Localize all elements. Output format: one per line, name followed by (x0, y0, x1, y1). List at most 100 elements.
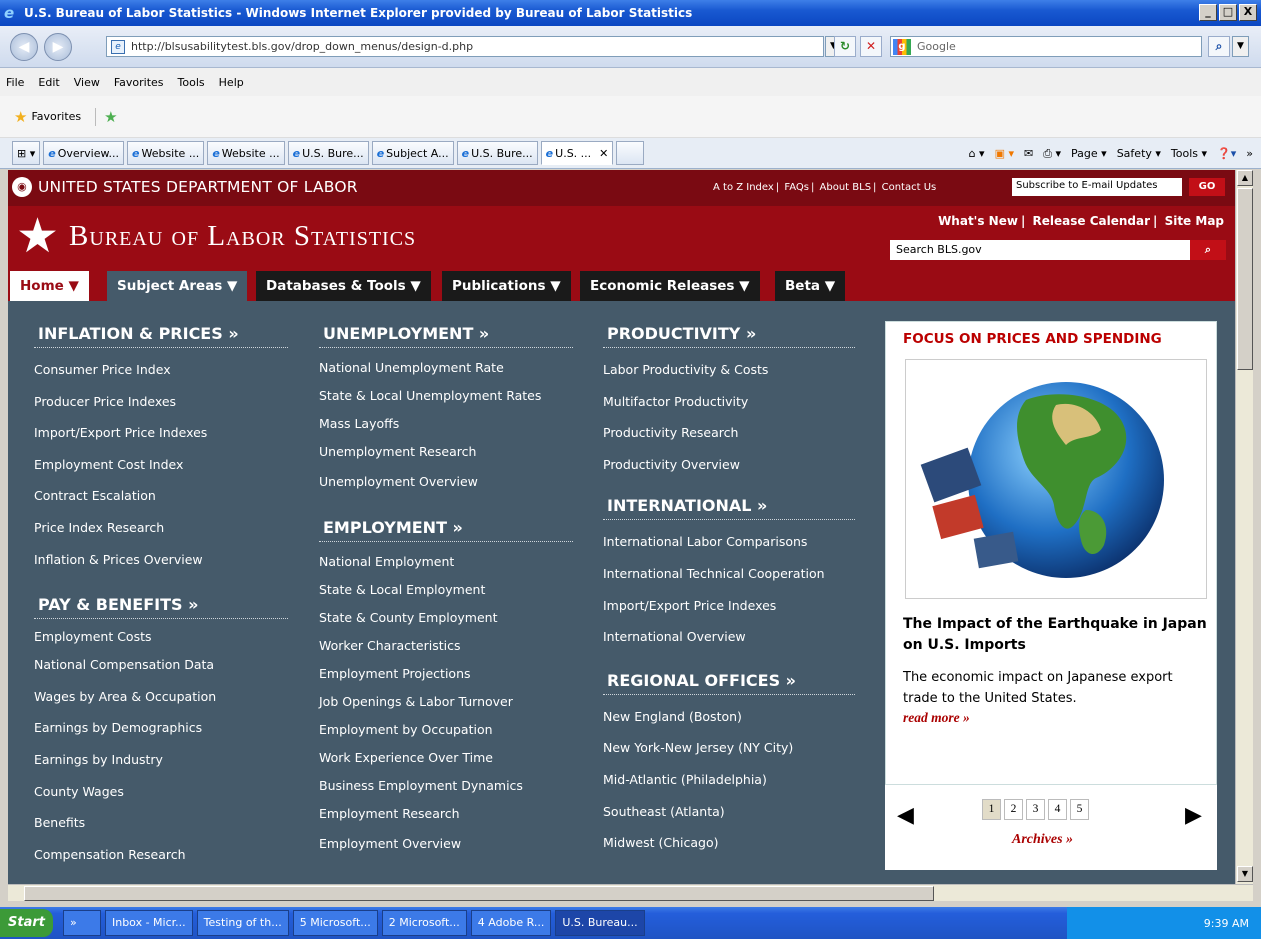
dol-title[interactable]: ◉ UNITED STATES DEPARTMENT OF LABOR (12, 177, 358, 197)
link-site-map[interactable]: Site Map (1165, 214, 1224, 228)
safety-menu[interactable]: Safety ▾ (1117, 147, 1161, 160)
globe-image[interactable] (905, 359, 1207, 599)
list-item[interactable]: Job Openings & Labor Turnover (319, 688, 573, 716)
list-item[interactable]: Southeast (Atlanta) (603, 796, 855, 828)
tools-menu[interactable]: Tools ▾ (1171, 147, 1207, 160)
nav-economic-releases[interactable]: Economic Releases ▼ (580, 271, 760, 301)
refresh-button[interactable]: ↻ (834, 36, 856, 57)
list-item[interactable]: Earnings by Industry (34, 744, 288, 776)
link-whats-new[interactable]: What's New (938, 214, 1018, 228)
close-button[interactable]: X (1239, 4, 1257, 21)
home-icon[interactable]: ⌂ ▾ (969, 147, 985, 160)
list-item[interactable]: Productivity Research (603, 417, 855, 449)
clock[interactable]: 9:39 AM (1204, 917, 1249, 930)
section-productivity[interactable]: PRODUCTIVITY » (603, 324, 855, 348)
list-item[interactable]: Labor Productivity & Costs (603, 354, 855, 386)
list-item[interactable]: Unemployment Research (319, 438, 573, 466)
close-tab-icon[interactable]: ✕ (599, 147, 608, 160)
list-item[interactable]: New York-New Jersey (NY City) (603, 732, 855, 764)
section-unemployment[interactable]: UNEMPLOYMENT » (319, 324, 573, 348)
list-item[interactable]: Employment Overview (319, 828, 573, 860)
back-button[interactable]: ◀ (10, 33, 38, 61)
task-inbox[interactable]: Inbox - Micr... (104, 910, 193, 936)
maximize-button[interactable]: □ (1219, 4, 1237, 21)
list-item[interactable]: Mid-Atlantic (Philadelphia) (603, 764, 855, 796)
list-item[interactable]: Employment by Occupation (319, 716, 573, 744)
next-arrow-icon[interactable]: ▶ (1185, 803, 1202, 828)
bls-search-input[interactable]: Search BLS.gov (890, 240, 1190, 260)
tab-2[interactable]: e Website ... (127, 141, 205, 165)
section-pay-benefits[interactable]: PAY & BENEFITS » (34, 595, 288, 620)
add-favorite-icon[interactable]: ★ (95, 107, 118, 126)
nav-home[interactable]: Home ▼ (10, 271, 89, 301)
list-item[interactable]: Price Index Research (34, 512, 288, 544)
list-item[interactable]: Business Employment Dynamics (319, 772, 573, 800)
list-item[interactable]: County Wages (34, 776, 288, 808)
scroll-thumb[interactable] (1237, 188, 1253, 370)
print-icon[interactable]: ⎙ ▾ (1043, 147, 1061, 161)
read-more-link[interactable]: read more » (903, 710, 970, 726)
list-item[interactable]: State & Local Employment (319, 576, 573, 604)
list-item[interactable]: Employment Cost Index (34, 449, 288, 481)
start-button[interactable]: Start (0, 909, 53, 937)
nav-subject-areas[interactable]: Subject Areas ▼ (107, 271, 248, 301)
list-item[interactable]: Import/Export Price Indexes (34, 417, 288, 449)
menu-help[interactable]: Help (219, 76, 244, 89)
list-item[interactable]: Wages by Area & Occupation (34, 681, 288, 713)
page-1-button[interactable]: 1 (982, 799, 1001, 820)
search-button[interactable]: ⌕ (1208, 36, 1230, 57)
favorites-button[interactable]: Favorites (31, 110, 81, 123)
list-item[interactable]: National Unemployment Rate (319, 354, 573, 382)
list-item[interactable]: Employment Research (319, 800, 573, 828)
h-scroll-thumb[interactable] (24, 886, 934, 901)
page-4-button[interactable]: 4 (1048, 799, 1067, 820)
list-item[interactable]: Compensation Research (34, 839, 288, 871)
list-item[interactable]: International Labor Comparisons (603, 526, 855, 558)
list-item[interactable]: National Employment (319, 548, 573, 576)
tab-5[interactable]: e Subject A... (371, 141, 454, 165)
list-item[interactable]: Midwest (Chicago) (603, 827, 855, 859)
task-microsoft-5[interactable]: 5 Microsoft... (292, 910, 378, 936)
quick-tabs-button[interactable]: ⊞ ▾ (12, 141, 41, 165)
section-inflation-prices[interactable]: INFLATION & PRICES » (34, 324, 288, 348)
menu-file[interactable]: File (6, 76, 24, 89)
list-item[interactable]: Worker Characteristics (319, 632, 573, 660)
page-5-button[interactable]: 5 (1070, 799, 1089, 820)
list-item[interactable]: Inflation & Prices Overview (34, 544, 288, 576)
tab-6[interactable]: e U.S. Bure... (456, 141, 538, 165)
list-item[interactable]: Import/Export Price Indexes (603, 590, 855, 622)
scroll-up-icon[interactable]: ▲ (1237, 170, 1253, 186)
archives-link[interactable]: Archives » (1012, 832, 1073, 848)
quick-launch[interactable]: » (62, 910, 101, 936)
horizontal-scrollbar[interactable] (8, 884, 1253, 901)
vertical-scrollbar[interactable]: ▲ ▼ (1235, 170, 1253, 884)
list-item[interactable]: Employment Costs (34, 625, 288, 649)
list-item[interactable]: New England (Boston) (603, 701, 855, 733)
list-item[interactable]: State & County Employment (319, 604, 573, 632)
mail-icon[interactable]: ✉ (1024, 147, 1033, 160)
chevron-more-icon[interactable]: » (1246, 147, 1253, 160)
search-options-button[interactable]: ▼ (1232, 36, 1249, 57)
section-international[interactable]: INTERNATIONAL » (603, 496, 855, 521)
forward-button[interactable]: ▶ (44, 33, 72, 61)
list-item[interactable]: National Compensation Data (34, 649, 288, 681)
menu-edit[interactable]: Edit (38, 76, 59, 89)
link-a-to-z[interactable]: A to Z Index (713, 182, 774, 193)
help-icon[interactable]: ❓▾ (1217, 147, 1236, 160)
tab-active[interactable]: e U.S. ... ✕ (540, 141, 614, 165)
link-contact-us[interactable]: Contact Us (882, 182, 937, 193)
task-adobe[interactable]: 4 Adobe R... (470, 910, 552, 936)
rss-icon[interactable]: ▣ ▾ (995, 147, 1014, 160)
list-item[interactable]: Productivity Overview (603, 449, 855, 481)
task-testing[interactable]: Testing of th... (196, 910, 289, 936)
list-item[interactable]: Multifactor Productivity (603, 386, 855, 418)
task-microsoft-2[interactable]: 2 Microsoft... (381, 910, 467, 936)
page-2-button[interactable]: 2 (1004, 799, 1023, 820)
list-item[interactable]: Mass Layoffs (319, 410, 573, 438)
scroll-down-icon[interactable]: ▼ (1237, 866, 1253, 882)
link-release-calendar[interactable]: Release Calendar (1033, 214, 1151, 228)
menu-tools[interactable]: Tools (178, 76, 205, 89)
list-item[interactable]: Unemployment Overview (319, 466, 573, 498)
list-item[interactable]: International Technical Cooperation (603, 558, 855, 590)
list-item[interactable]: State & Local Unemployment Rates (319, 382, 573, 410)
